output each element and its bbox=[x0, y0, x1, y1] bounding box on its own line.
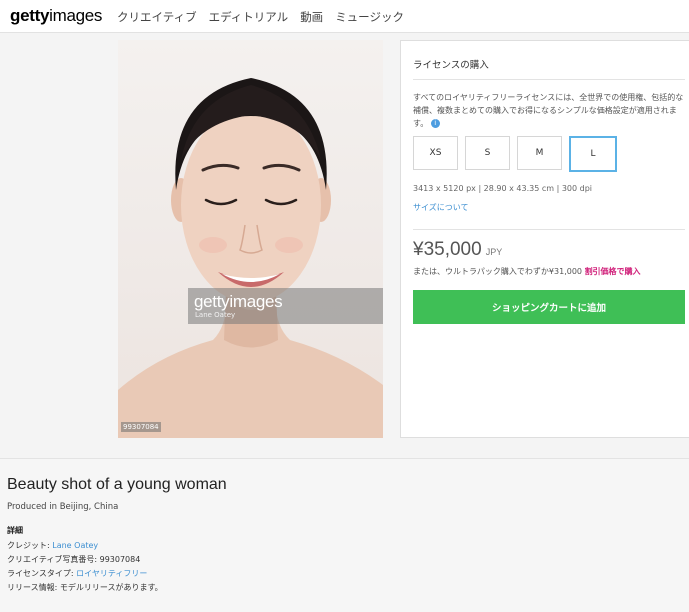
image-id-label: 99307084 bbox=[121, 422, 161, 432]
license-description: すべてのロイヤリティフリーライセンスには、全世界での使用権、包括的な補償、複数ま… bbox=[413, 91, 688, 130]
size-selector: XS S M L bbox=[413, 136, 617, 172]
price-value: ¥35,000 bbox=[413, 239, 482, 260]
gettyimages-logo[interactable]: gettyimages bbox=[10, 6, 102, 26]
detail-number-value: 99307084 bbox=[99, 555, 141, 564]
license-type-link[interactable]: ロイヤリティフリー bbox=[76, 569, 147, 578]
size-info-link[interactable]: サイズについて bbox=[413, 202, 469, 213]
detail-release-value: モデルリリースがあります。 bbox=[59, 583, 163, 592]
detail-credit: クレジット: Lane Oatey bbox=[7, 540, 98, 551]
size-m-button[interactable]: M bbox=[517, 136, 562, 170]
size-s-button[interactable]: S bbox=[465, 136, 510, 170]
detail-license-label: ライセンスタイプ: bbox=[7, 569, 77, 578]
price-currency: JPY bbox=[485, 247, 503, 257]
discount-purchase-link[interactable]: 割引価格で購入 bbox=[585, 267, 641, 276]
info-icon[interactable]: i bbox=[430, 119, 440, 128]
size-l-button[interactable]: L bbox=[569, 136, 617, 172]
main-nav: クリエイティブ エディトリアル 動画 ミュージック bbox=[117, 9, 404, 25]
size-xs-button[interactable]: XS bbox=[413, 136, 458, 170]
image-title: Beauty shot of a young woman bbox=[7, 476, 227, 493]
license-description-text: すべてのロイヤリティフリーライセンスには、全世界での使用権、包括的な補償、複数ま… bbox=[413, 93, 684, 128]
image-dimensions: 3413 x 5120 px | 28.90 x 43.35 cm | 300 … bbox=[413, 184, 593, 193]
license-title: ライセンスの購入 bbox=[413, 60, 489, 71]
image-caption: Produced in Beijing, China bbox=[7, 502, 119, 512]
ultrapack-offer: または、ウルトラパック購入でわずか¥31,000 割引価格で購入 bbox=[413, 266, 641, 277]
details-heading: 詳細 bbox=[7, 526, 23, 535]
price: ¥35,000 JPY bbox=[413, 239, 502, 261]
detail-release-info: リリース情報: モデルリリースがあります。 bbox=[7, 582, 163, 593]
divider bbox=[413, 229, 685, 230]
detail-credit-label: クレジット: bbox=[7, 541, 53, 550]
portrait-illustration bbox=[118, 78, 383, 438]
nav-video[interactable]: 動画 bbox=[300, 9, 323, 25]
license-panel: ライセンスの購入 すべてのロイヤリティフリーライセンスには、全世界での使用権、包… bbox=[400, 40, 689, 438]
nav-editorial[interactable]: エディトリアル bbox=[209, 9, 289, 25]
watermark-logo: gettyimages bbox=[194, 292, 283, 311]
detail-release-label: リリース情報: bbox=[7, 583, 60, 592]
stock-photo[interactable]: gettyimages Lane Oatey 99307084 bbox=[118, 40, 383, 438]
divider bbox=[413, 79, 685, 80]
add-to-cart-button[interactable]: ショッピングカートに追加 bbox=[413, 290, 685, 324]
logo-bold-text: getty bbox=[10, 6, 50, 25]
nav-creative[interactable]: クリエイティブ bbox=[117, 9, 197, 25]
ultrapack-text: または、ウルトラパック購入でわずか¥31,000 bbox=[413, 267, 583, 276]
nav-music[interactable]: ミュージック bbox=[335, 9, 404, 25]
detail-photo-number: クリエイティブ写真番号: 99307084 bbox=[7, 554, 140, 565]
credit-link[interactable]: Lane Oatey bbox=[52, 541, 98, 550]
watermark-overlay: gettyimages Lane Oatey bbox=[188, 288, 383, 324]
top-navigation-bar: gettyimages クリエイティブ エディトリアル 動画 ミュージック bbox=[0, 0, 689, 33]
logo-light-text: images bbox=[49, 6, 103, 25]
watermark-credit: Lane Oatey bbox=[195, 311, 236, 319]
detail-number-label: クリエイティブ写真番号: bbox=[7, 555, 100, 564]
image-details-section: Beauty shot of a young woman Produced in… bbox=[0, 458, 689, 612]
detail-license-type: ライセンスタイプ: ロイヤリティフリー bbox=[7, 568, 147, 579]
